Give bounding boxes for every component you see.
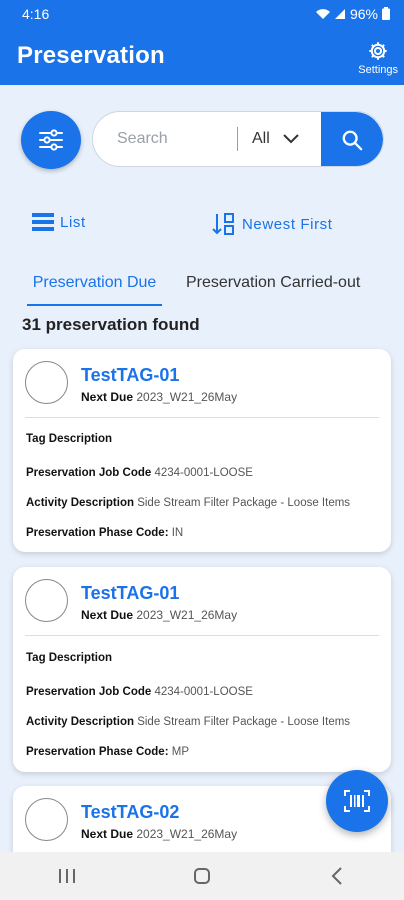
phase-code-value: IN <box>171 527 184 539</box>
select-radio[interactable] <box>25 798 68 841</box>
job-code-value: 4234-0001-LOOSE <box>154 467 253 479</box>
system-nav-bar <box>0 852 404 900</box>
sort-label: Newest First <box>242 215 333 233</box>
next-due: Next Due 2023_W21_26May <box>81 390 237 404</box>
tag-description-field: Tag Description <box>26 433 112 445</box>
select-radio[interactable] <box>25 361 68 404</box>
sort-toggle[interactable]: Newest First <box>212 212 333 236</box>
activity-field: Activity Description Side Stream Filter … <box>26 497 350 509</box>
tag-name: TestTAG-01 <box>81 583 180 603</box>
next-due: Next Due 2023_W21_26May <box>81 608 237 622</box>
tab-preservation-carried-out[interactable]: Preservation Carried-out <box>186 268 360 306</box>
result-count: 31 preservation found <box>22 315 200 334</box>
list-controls: List Newest First <box>0 212 404 240</box>
page-title: Preservation <box>17 42 165 69</box>
phase-code-field: Preservation Phase Code: MP <box>26 746 189 758</box>
tab-preservation-due[interactable]: Preservation Due <box>27 268 162 306</box>
recents-button[interactable] <box>37 856 97 896</box>
tab-bar: Preservation Due Preservation Carried-ou… <box>0 268 404 308</box>
sort-icon <box>212 213 234 235</box>
activity-label: Activity Description <box>26 716 134 728</box>
phase-code-value: MP <box>171 746 189 758</box>
activity-label: Activity Description <box>26 497 134 509</box>
card-header: TestTAG-01 Next Due 2023_W21_26May <box>13 349 391 417</box>
status-time: 4:16 <box>22 5 50 22</box>
activity-field: Activity Description Side Stream Filter … <box>26 716 350 728</box>
view-mode-toggle[interactable]: List <box>32 212 86 232</box>
tag-description-label: Tag Description <box>26 652 113 664</box>
card-header: TestTAG-01 Next Due 2023_W21_26May <box>13 567 391 635</box>
scan-barcode-button[interactable] <box>326 770 388 832</box>
battery-icon <box>382 7 390 20</box>
search-scope-value: All <box>252 130 270 147</box>
job-code-label: Preservation Job Code <box>26 467 152 479</box>
status-bar: 4:16 96% <box>0 0 404 27</box>
card-divider <box>25 635 379 636</box>
search-input[interactable] <box>117 124 237 154</box>
back-button[interactable] <box>307 856 367 896</box>
next-due-label: Next Due <box>81 390 134 404</box>
phase-code-label: Preservation Phase Code: <box>26 527 169 539</box>
phase-code-field: Preservation Phase Code: IN <box>26 527 183 539</box>
settings-label: Settings <box>358 64 398 76</box>
select-radio[interactable] <box>25 579 68 622</box>
next-due-label: Next Due <box>81 827 134 841</box>
settings-button[interactable]: Settings <box>358 36 398 76</box>
chevron-down-icon <box>283 134 299 144</box>
next-due-value: 2023_W21_26May <box>136 827 238 841</box>
app-bar: Preservation Settings <box>0 27 404 85</box>
list-icon <box>32 213 54 231</box>
preservation-card[interactable]: TestTAG-01 Next Due 2023_W21_26May Tag D… <box>13 567 391 772</box>
next-due-label: Next Due <box>81 608 134 622</box>
filter-sliders-icon <box>39 129 63 151</box>
phase-code-label: Preservation Phase Code: <box>26 746 169 758</box>
search-scope-dropdown[interactable]: All <box>238 130 322 148</box>
next-due-value: 2023_W21_26May <box>136 390 238 404</box>
wifi-icon <box>315 8 330 19</box>
tag-description-field: Tag Description <box>26 652 112 664</box>
back-icon <box>331 867 342 885</box>
job-code-label: Preservation Job Code <box>26 686 152 698</box>
home-icon <box>193 868 210 884</box>
status-indicators: 96% <box>315 6 390 22</box>
preservation-card[interactable]: TestTAG-01 Next Due 2023_W21_26May Tag D… <box>13 349 391 552</box>
job-code-field: Preservation Job Code 4234-0001-LOOSE <box>26 686 253 698</box>
filter-button[interactable] <box>21 111 81 169</box>
job-code-value: 4234-0001-LOOSE <box>154 686 253 698</box>
tag-description-label: Tag Description <box>26 433 113 445</box>
search-icon <box>342 130 363 151</box>
home-button[interactable] <box>172 856 232 896</box>
gear-icon <box>369 42 387 60</box>
signal-icon <box>334 8 345 19</box>
next-due: Next Due 2023_W21_26May <box>81 827 237 841</box>
search-button[interactable] <box>321 112 383 166</box>
battery-percent: 96% <box>349 5 378 22</box>
card-divider <box>25 417 379 418</box>
job-code-field: Preservation Job Code 4234-0001-LOOSE <box>26 467 253 479</box>
view-mode-label: List <box>60 213 86 231</box>
next-due-value: 2023_W21_26May <box>136 608 238 622</box>
search-bar: All <box>92 111 384 167</box>
tag-name: TestTAG-01 <box>81 365 180 385</box>
recents-icon <box>59 869 76 883</box>
tag-name: TestTAG-02 <box>81 802 180 822</box>
activity-value: Side Stream Filter Package - Loose Items <box>137 497 351 509</box>
barcode-scan-icon <box>344 790 370 812</box>
activity-value: Side Stream Filter Package - Loose Items <box>137 716 351 728</box>
